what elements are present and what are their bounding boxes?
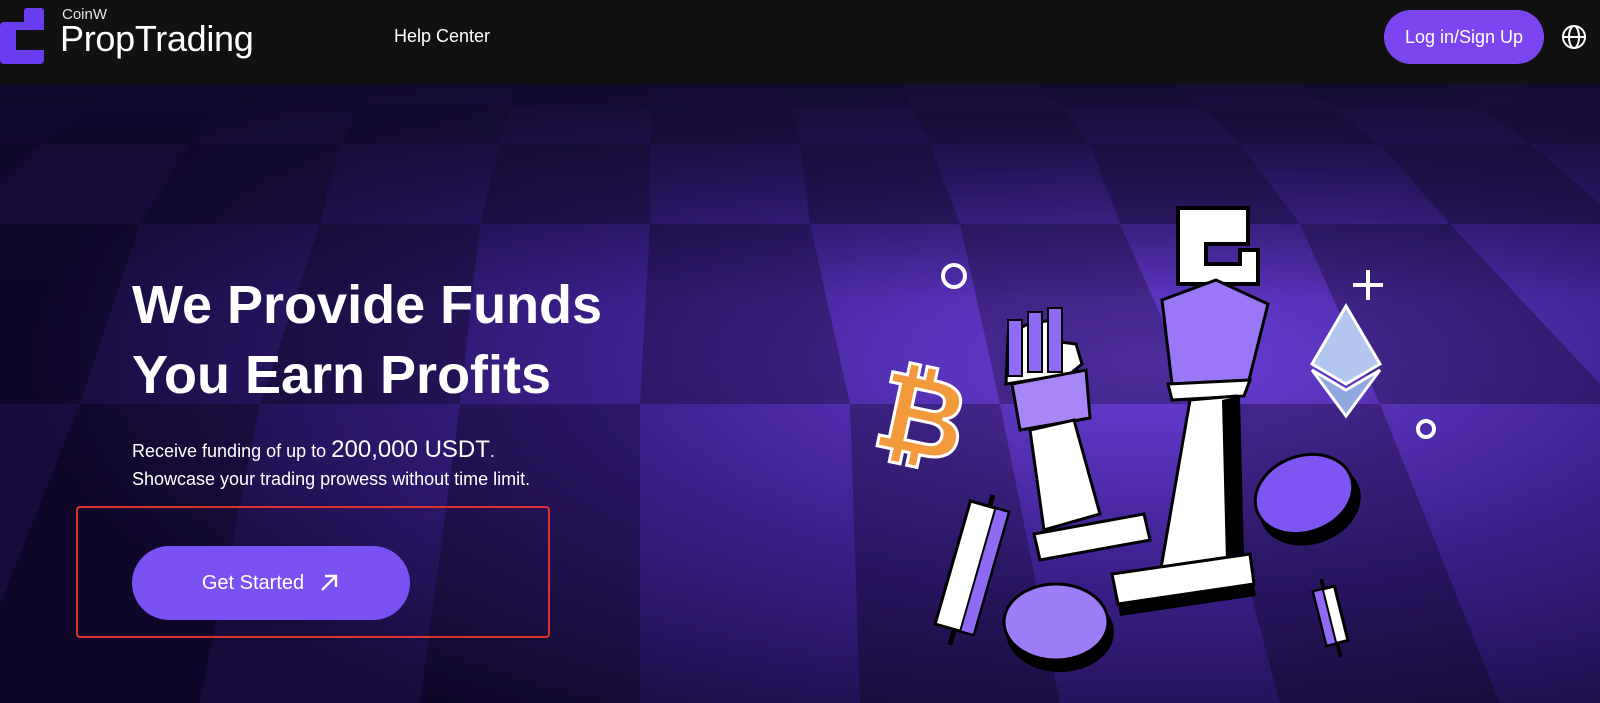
get-started-button[interactable]: Get Started — [132, 546, 410, 620]
coin-icon — [1002, 582, 1114, 672]
nav-help-center[interactable]: Help Center — [394, 26, 490, 47]
top-navigation-bar: CoinW PropTrading Help Center Log in/Sig… — [0, 0, 1600, 84]
arrow-up-right-icon — [321, 574, 338, 591]
get-started-label: Get Started — [201, 571, 305, 594]
hero-headline: We Provide Funds You Earn Profits — [132, 270, 602, 410]
headline-line-2: You Earn Profits — [132, 345, 552, 405]
globe-icon[interactable] — [1561, 24, 1587, 50]
headline-line-1: We Provide Funds — [132, 275, 603, 335]
login-signup-button[interactable]: Log in/Sign Up — [1384, 10, 1544, 64]
hero-subtitle: Receive funding of up to 200,000 USDT. S… — [132, 436, 530, 493]
subtitle-prefix: Receive funding of up to — [132, 441, 327, 461]
brand-name-large[interactable]: PropTrading — [60, 18, 254, 60]
subtitle-line-2: Showcase your trading prowess without ti… — [132, 469, 531, 489]
funding-amount: 200,000 USDT — [331, 436, 490, 463]
hero-section: ₿ We Provide Funds You Earn Profits Rece… — [0, 84, 1600, 703]
coinw-logo-icon[interactable] — [0, 8, 48, 64]
subtitle-period: . — [489, 441, 495, 461]
